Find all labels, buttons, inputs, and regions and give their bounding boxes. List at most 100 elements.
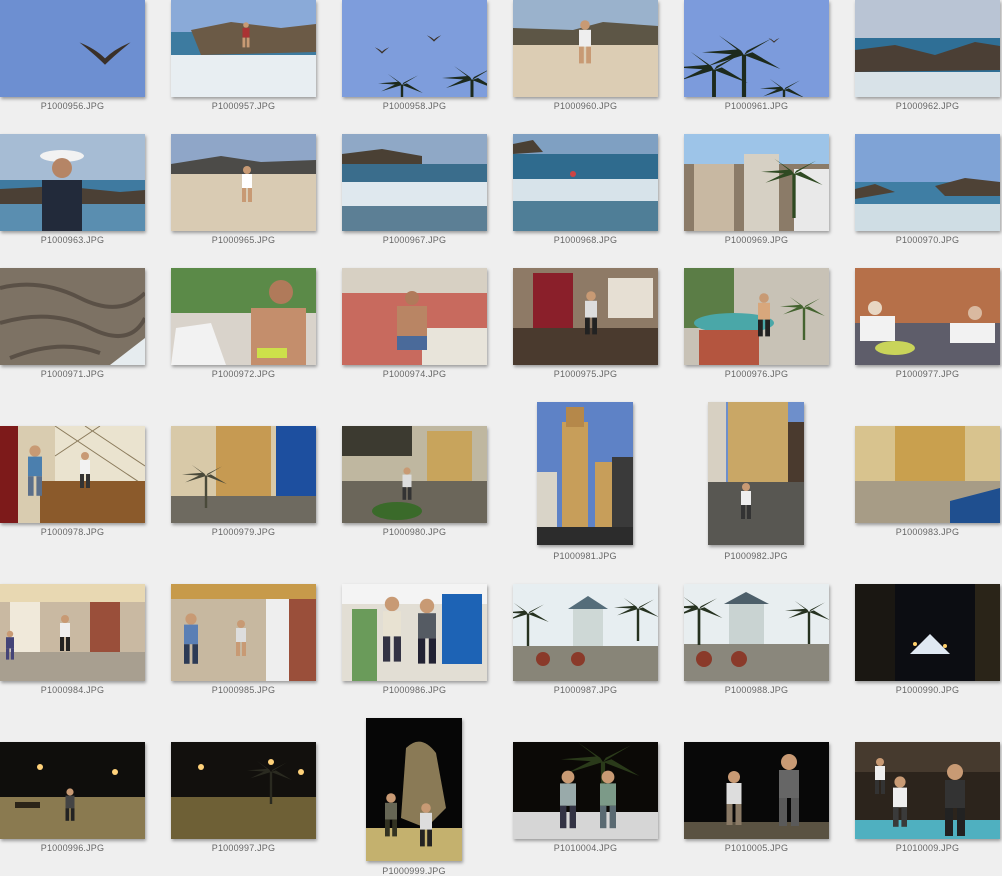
photo-thumbnail[interactable] <box>513 268 658 365</box>
photo-thumbnail[interactable] <box>513 134 658 231</box>
photo-thumbnail[interactable] <box>855 426 1000 523</box>
photo-filename: P1000980.JPG <box>382 527 447 537</box>
photo-filename: P1000958.JPG <box>382 101 447 111</box>
photo-filename: P1000963.JPG <box>40 235 105 245</box>
photo-image <box>684 0 829 97</box>
photo-image <box>855 742 1000 839</box>
photo-image <box>855 268 1000 365</box>
photo-filename: P1000990.JPG <box>895 685 960 695</box>
photo-thumbnail[interactable] <box>342 268 487 365</box>
photo-thumbnail[interactable] <box>171 426 316 523</box>
photo-image <box>855 134 1000 231</box>
photo-thumbnail[interactable] <box>537 402 633 545</box>
photo-image <box>342 268 487 365</box>
photo-filename: P1000986.JPG <box>382 685 447 695</box>
photo-filename: P1000967.JPG <box>382 235 447 245</box>
photo-thumbnail[interactable] <box>684 742 829 839</box>
photo-image <box>684 268 829 365</box>
photo-image <box>537 402 633 545</box>
photo-image <box>342 0 487 97</box>
photo-filename: P1000961.JPG <box>724 101 789 111</box>
photo-filename: P1000969.JPG <box>724 235 789 245</box>
photo-thumbnail[interactable] <box>684 134 829 231</box>
photo-image <box>0 0 145 97</box>
photo-image <box>855 584 1000 681</box>
photo-image <box>171 134 316 231</box>
photo-image <box>513 742 658 839</box>
photo-thumbnail[interactable] <box>513 742 658 839</box>
photo-image <box>684 584 829 681</box>
photo-thumbnail[interactable] <box>0 134 145 231</box>
photo-filename: P1000976.JPG <box>724 369 789 379</box>
photo-thumbnail[interactable] <box>855 134 1000 231</box>
photo-thumbnail[interactable] <box>342 426 487 523</box>
photo-filename: P1000957.JPG <box>211 101 276 111</box>
photo-filename: P1010004.JPG <box>553 843 618 853</box>
photo-filename: P1000984.JPG <box>40 685 105 695</box>
photo-filename: P1010005.JPG <box>724 843 789 853</box>
photo-image <box>513 134 658 231</box>
photo-filename: P1000997.JPG <box>211 843 276 853</box>
photo-thumbnail[interactable] <box>0 0 145 97</box>
photo-thumbnail[interactable] <box>513 584 658 681</box>
photo-thumbnail[interactable] <box>0 426 145 523</box>
photo-image <box>171 426 316 523</box>
photo-image <box>708 402 804 545</box>
photo-filename: P1000975.JPG <box>553 369 618 379</box>
photo-image <box>171 0 316 97</box>
photo-image <box>366 718 462 861</box>
photo-image <box>171 584 316 681</box>
photo-thumbnail[interactable] <box>855 268 1000 365</box>
photo-image <box>513 268 658 365</box>
photo-thumbnail[interactable] <box>171 584 316 681</box>
photo-thumbnail[interactable] <box>684 584 829 681</box>
photo-filename: P1010009.JPG <box>895 843 960 853</box>
photo-thumbnail[interactable] <box>0 584 145 681</box>
photo-image <box>0 268 145 365</box>
photo-thumbnail[interactable] <box>366 718 462 861</box>
photo-filename: P1000999.JPG <box>382 866 446 876</box>
photo-thumbnail[interactable] <box>171 742 316 839</box>
photo-image <box>0 134 145 231</box>
photo-thumbnail[interactable] <box>855 742 1000 839</box>
photo-thumbnail[interactable] <box>342 0 487 97</box>
photo-filename: P1000977.JPG <box>895 369 960 379</box>
photo-thumbnail[interactable] <box>855 584 1000 681</box>
photo-filename: P1000974.JPG <box>382 369 447 379</box>
photo-thumbnail[interactable] <box>171 0 316 97</box>
photo-image <box>0 584 145 681</box>
photo-image <box>513 0 658 97</box>
photo-image <box>171 742 316 839</box>
photo-filename: P1000960.JPG <box>553 101 618 111</box>
photo-filename: P1000968.JPG <box>553 235 618 245</box>
photo-image <box>0 742 145 839</box>
photo-thumbnail[interactable] <box>342 584 487 681</box>
photo-image <box>342 134 487 231</box>
photo-filename: P1000956.JPG <box>40 101 105 111</box>
photo-thumbnail[interactable] <box>0 268 145 365</box>
photo-filename: P1000982.JPG <box>724 551 788 561</box>
photo-image <box>855 426 1000 523</box>
photo-image <box>342 584 487 681</box>
photo-thumbnail[interactable] <box>513 0 658 97</box>
photo-filename: P1000983.JPG <box>895 527 960 537</box>
photo-image <box>0 426 145 523</box>
photo-filename: P1000981.JPG <box>553 551 617 561</box>
photo-thumbnail[interactable] <box>171 268 316 365</box>
photo-filename: P1000987.JPG <box>553 685 618 695</box>
photo-filename: P1000972.JPG <box>211 369 276 379</box>
photo-thumbnail[interactable] <box>171 134 316 231</box>
photo-thumbnail[interactable] <box>708 402 804 545</box>
photo-image <box>171 268 316 365</box>
photo-thumbnail[interactable] <box>0 742 145 839</box>
photo-image <box>684 742 829 839</box>
photo-image <box>684 134 829 231</box>
photo-thumbnail[interactable] <box>684 0 829 97</box>
photo-filename: P1000965.JPG <box>211 235 276 245</box>
photo-thumbnail[interactable] <box>855 0 1000 97</box>
photo-filename: P1000971.JPG <box>40 369 105 379</box>
photo-image <box>855 0 1000 97</box>
photo-filename: P1000996.JPG <box>40 843 105 853</box>
photo-thumbnail[interactable] <box>342 134 487 231</box>
photo-thumbnail[interactable] <box>684 268 829 365</box>
